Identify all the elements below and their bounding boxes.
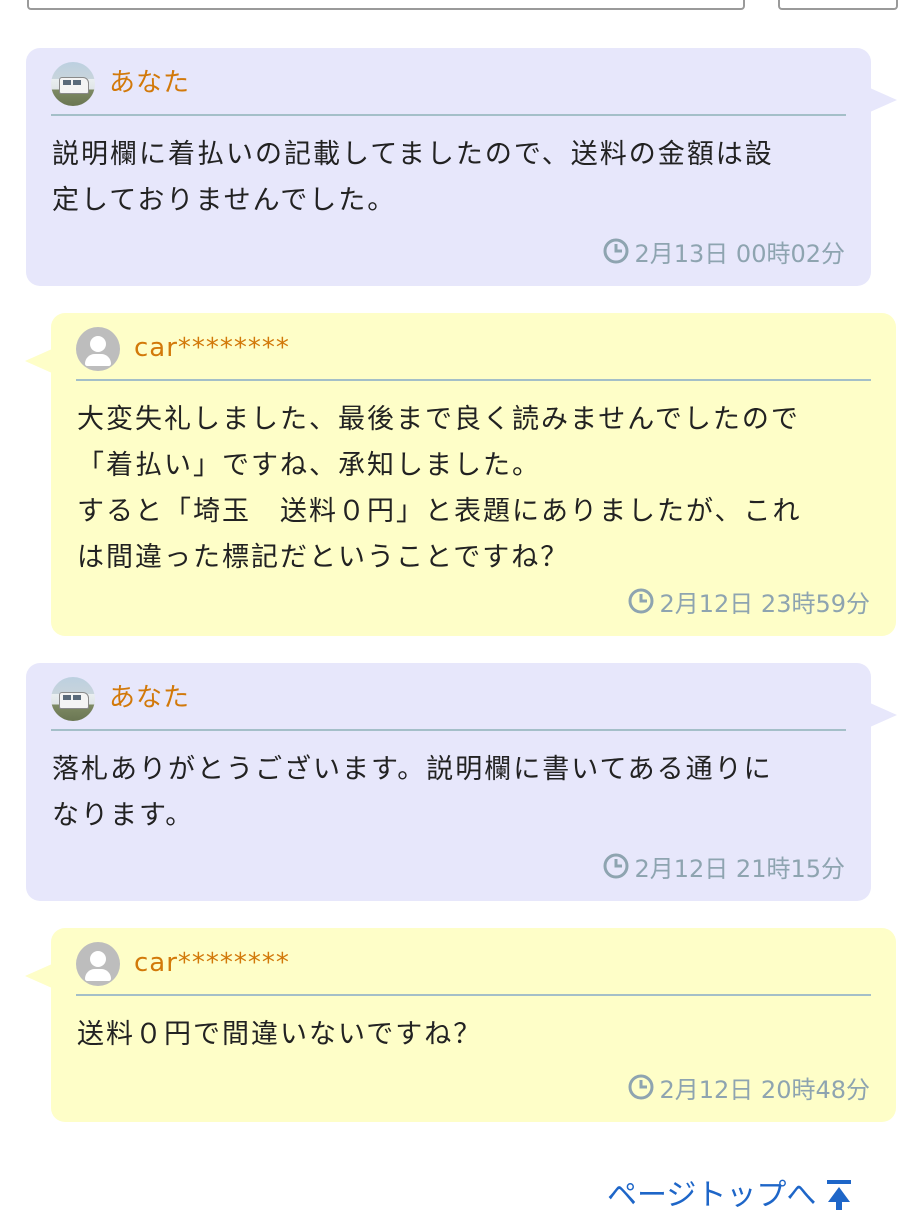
bubble-tail	[870, 703, 897, 727]
message-text: 送料０円で間違いないですね？	[77, 1019, 483, 1050]
message-header: car********	[76, 942, 871, 996]
bubble-tail	[870, 88, 897, 112]
clock-icon	[628, 588, 654, 614]
message-text: 大変失礼しました、最後まで良く読みませんでしたので 「着払い」ですね、承知しまし…	[77, 404, 802, 573]
page-top-link[interactable]: ページトップへ	[607, 1170, 852, 1220]
van-icon	[59, 77, 89, 94]
author-name: あなた	[109, 68, 191, 98]
van-icon	[59, 692, 89, 709]
message-timestamp: 2月12日 20時48分	[628, 1070, 870, 1104]
message-text: 落札ありがとうございます。説明欄に書いてある通りに なります。	[52, 754, 773, 831]
default-avatar-icon	[76, 327, 120, 371]
message-bubble-partner: car******** 大変失礼しました、最後まで良く読みませんでしたので 「着…	[25, 313, 896, 636]
message-bubble-mine: あなた 説明欄に着払いの記載してましたので、送料の金額は設 定しておりませんでし…	[26, 48, 897, 286]
clock-icon	[603, 238, 629, 264]
message-timestamp: 2月13日 00時02分	[603, 234, 845, 268]
clock-icon	[603, 853, 629, 879]
clock-icon	[628, 1074, 654, 1100]
message-input[interactable]	[27, 0, 745, 10]
bubble-tail	[25, 964, 52, 988]
timestamp-text: 2月12日 21時15分	[634, 854, 845, 883]
message-header: あなた	[51, 677, 846, 731]
message-text: 説明欄に着払いの記載してましたので、送料の金額は設 定しておりませんでした。	[52, 139, 774, 216]
timestamp-text: 2月12日 20時48分	[659, 1075, 870, 1104]
bubble-tail	[25, 349, 52, 373]
author-name: あなた	[109, 683, 191, 713]
timestamp-text: 2月12日 23時59分	[659, 589, 870, 618]
author-name: car********	[134, 948, 290, 978]
message-bubble-partner: car******** 送料０円で間違いないですね？ 2月12日 20時48分	[25, 928, 896, 1122]
message-header: あなた	[51, 62, 846, 116]
message-header: car********	[76, 327, 871, 381]
message-timestamp: 2月12日 21時15分	[603, 849, 845, 883]
message-bubble-mine: あなた 落札ありがとうございます。説明欄に書いてある通りに なります。 2月12…	[26, 663, 897, 901]
avatar	[51, 62, 95, 106]
arrow-up-to-top-icon[interactable]	[826, 1180, 852, 1220]
message-timestamp: 2月12日 23時59分	[628, 584, 870, 618]
page-top-label[interactable]: ページトップへ	[607, 1170, 816, 1214]
default-avatar-icon	[76, 942, 120, 986]
timestamp-text: 2月13日 00時02分	[634, 239, 845, 268]
avatar	[51, 677, 95, 721]
author-name: car********	[134, 333, 290, 363]
send-button[interactable]	[778, 0, 898, 10]
